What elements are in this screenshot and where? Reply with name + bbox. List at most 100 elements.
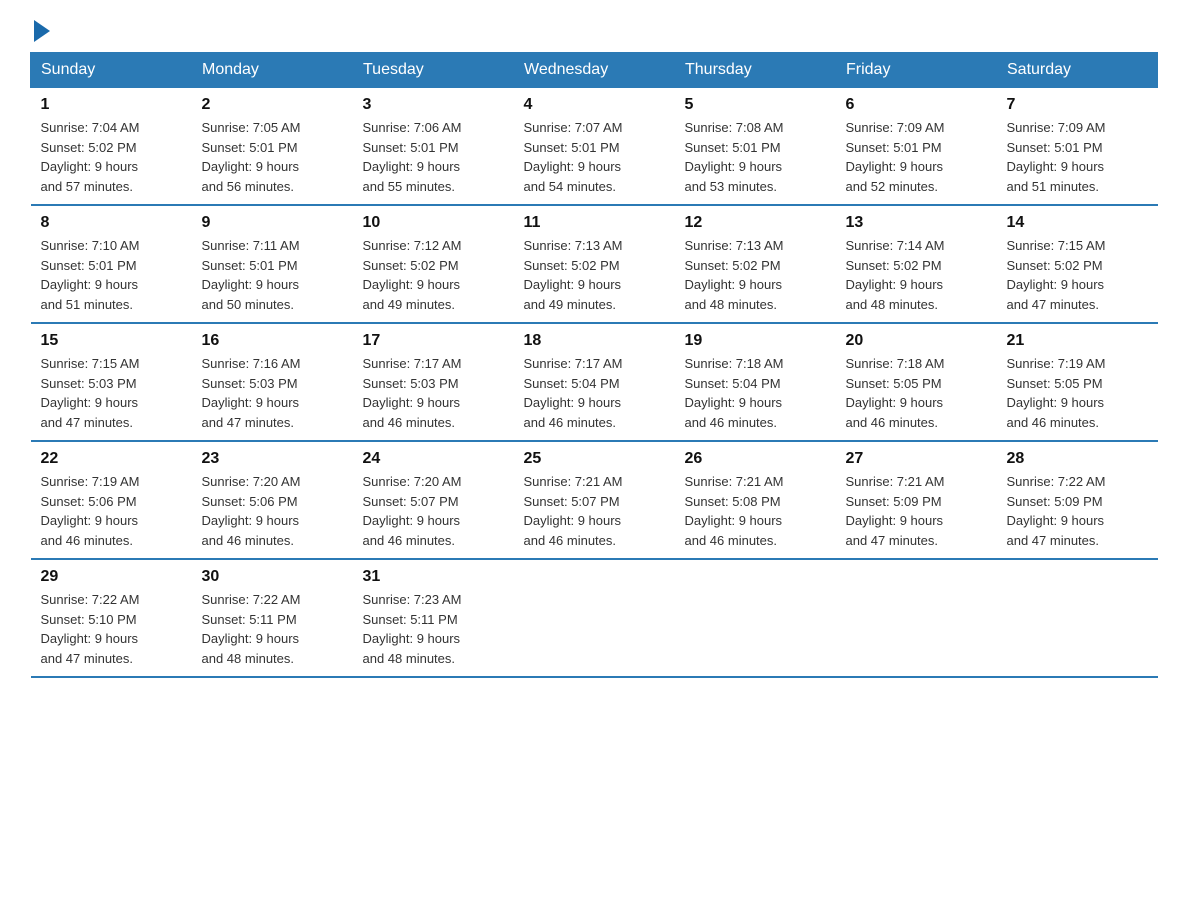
day-info: Sunrise: 7:13 AMSunset: 5:02 PMDaylight:… — [524, 236, 665, 314]
sunrise-text: Sunrise: 7:20 AM — [202, 474, 301, 489]
day-number: 14 — [1007, 214, 1148, 232]
sunset-text: Sunset: 5:03 PM — [202, 376, 298, 391]
sunrise-text: Sunrise: 7:17 AM — [363, 356, 462, 371]
sunrise-text: Sunrise: 7:18 AM — [846, 356, 945, 371]
calendar-cell: 8Sunrise: 7:10 AMSunset: 5:01 PMDaylight… — [31, 205, 192, 323]
daylight-minutes-text: and 53 minutes. — [685, 179, 778, 194]
day-number: 5 — [685, 96, 826, 114]
calendar-week-2: 8Sunrise: 7:10 AMSunset: 5:01 PMDaylight… — [31, 205, 1158, 323]
daylight-minutes-text: and 55 minutes. — [363, 179, 456, 194]
page-header — [30, 20, 1158, 42]
day-info: Sunrise: 7:09 AMSunset: 5:01 PMDaylight:… — [1007, 118, 1148, 196]
calendar-cell: 5Sunrise: 7:08 AMSunset: 5:01 PMDaylight… — [675, 88, 836, 206]
daylight-text: Daylight: 9 hours — [524, 159, 622, 174]
day-info: Sunrise: 7:10 AMSunset: 5:01 PMDaylight:… — [41, 236, 182, 314]
calendar-cell: 29Sunrise: 7:22 AMSunset: 5:10 PMDayligh… — [31, 559, 192, 677]
daylight-minutes-text: and 49 minutes. — [524, 297, 617, 312]
sunset-text: Sunset: 5:03 PM — [41, 376, 137, 391]
day-info: Sunrise: 7:17 AMSunset: 5:04 PMDaylight:… — [524, 354, 665, 432]
daylight-minutes-text: and 49 minutes. — [363, 297, 456, 312]
sunrise-text: Sunrise: 7:22 AM — [41, 592, 140, 607]
calendar-cell — [997, 559, 1158, 677]
sunset-text: Sunset: 5:04 PM — [524, 376, 620, 391]
sunrise-text: Sunrise: 7:21 AM — [846, 474, 945, 489]
daylight-text: Daylight: 9 hours — [1007, 159, 1105, 174]
day-number: 1 — [41, 96, 182, 114]
sunset-text: Sunset: 5:08 PM — [685, 494, 781, 509]
day-info: Sunrise: 7:20 AMSunset: 5:06 PMDaylight:… — [202, 472, 343, 550]
daylight-text: Daylight: 9 hours — [1007, 395, 1105, 410]
calendar-cell: 31Sunrise: 7:23 AMSunset: 5:11 PMDayligh… — [353, 559, 514, 677]
daylight-text: Daylight: 9 hours — [685, 513, 783, 528]
sunset-text: Sunset: 5:10 PM — [41, 612, 137, 627]
day-number: 17 — [363, 332, 504, 350]
sunset-text: Sunset: 5:01 PM — [524, 140, 620, 155]
sunrise-text: Sunrise: 7:09 AM — [846, 120, 945, 135]
calendar-cell: 3Sunrise: 7:06 AMSunset: 5:01 PMDaylight… — [353, 88, 514, 206]
calendar-cell: 28Sunrise: 7:22 AMSunset: 5:09 PMDayligh… — [997, 441, 1158, 559]
daylight-text: Daylight: 9 hours — [363, 159, 461, 174]
day-number: 29 — [41, 568, 182, 586]
day-number: 12 — [685, 214, 826, 232]
sunset-text: Sunset: 5:02 PM — [363, 258, 459, 273]
day-number: 2 — [202, 96, 343, 114]
sunset-text: Sunset: 5:02 PM — [41, 140, 137, 155]
daylight-minutes-text: and 46 minutes. — [202, 533, 295, 548]
sunset-text: Sunset: 5:03 PM — [363, 376, 459, 391]
daylight-text: Daylight: 9 hours — [41, 277, 139, 292]
sunset-text: Sunset: 5:02 PM — [1007, 258, 1103, 273]
weekday-header-sunday: Sunday — [31, 53, 192, 88]
day-info: Sunrise: 7:20 AMSunset: 5:07 PMDaylight:… — [363, 472, 504, 550]
sunrise-text: Sunrise: 7:15 AM — [41, 356, 140, 371]
daylight-text: Daylight: 9 hours — [363, 395, 461, 410]
sunset-text: Sunset: 5:05 PM — [1007, 376, 1103, 391]
day-number: 28 — [1007, 450, 1148, 468]
sunrise-text: Sunrise: 7:10 AM — [41, 238, 140, 253]
daylight-text: Daylight: 9 hours — [41, 159, 139, 174]
day-info: Sunrise: 7:21 AMSunset: 5:09 PMDaylight:… — [846, 472, 987, 550]
calendar-cell: 16Sunrise: 7:16 AMSunset: 5:03 PMDayligh… — [192, 323, 353, 441]
daylight-text: Daylight: 9 hours — [524, 277, 622, 292]
sunset-text: Sunset: 5:01 PM — [685, 140, 781, 155]
daylight-minutes-text: and 57 minutes. — [41, 179, 134, 194]
sunrise-text: Sunrise: 7:13 AM — [524, 238, 623, 253]
daylight-minutes-text: and 46 minutes. — [685, 533, 778, 548]
calendar-cell: 21Sunrise: 7:19 AMSunset: 5:05 PMDayligh… — [997, 323, 1158, 441]
daylight-minutes-text: and 47 minutes. — [41, 651, 134, 666]
calendar-cell: 13Sunrise: 7:14 AMSunset: 5:02 PMDayligh… — [836, 205, 997, 323]
sunset-text: Sunset: 5:09 PM — [1007, 494, 1103, 509]
weekday-header-tuesday: Tuesday — [353, 53, 514, 88]
sunset-text: Sunset: 5:01 PM — [363, 140, 459, 155]
day-number: 13 — [846, 214, 987, 232]
day-info: Sunrise: 7:16 AMSunset: 5:03 PMDaylight:… — [202, 354, 343, 432]
sunrise-text: Sunrise: 7:21 AM — [524, 474, 623, 489]
calendar-cell: 30Sunrise: 7:22 AMSunset: 5:11 PMDayligh… — [192, 559, 353, 677]
weekday-header-thursday: Thursday — [675, 53, 836, 88]
day-number: 20 — [846, 332, 987, 350]
sunrise-text: Sunrise: 7:14 AM — [846, 238, 945, 253]
day-number: 18 — [524, 332, 665, 350]
sunset-text: Sunset: 5:06 PM — [41, 494, 137, 509]
calendar-cell: 25Sunrise: 7:21 AMSunset: 5:07 PMDayligh… — [514, 441, 675, 559]
sunrise-text: Sunrise: 7:11 AM — [202, 238, 300, 253]
weekday-header-wednesday: Wednesday — [514, 53, 675, 88]
daylight-minutes-text: and 46 minutes. — [363, 415, 456, 430]
daylight-text: Daylight: 9 hours — [846, 395, 944, 410]
sunset-text: Sunset: 5:05 PM — [846, 376, 942, 391]
day-number: 22 — [41, 450, 182, 468]
calendar-week-4: 22Sunrise: 7:19 AMSunset: 5:06 PMDayligh… — [31, 441, 1158, 559]
sunset-text: Sunset: 5:01 PM — [1007, 140, 1103, 155]
sunset-text: Sunset: 5:02 PM — [846, 258, 942, 273]
day-number: 3 — [363, 96, 504, 114]
day-info: Sunrise: 7:21 AMSunset: 5:07 PMDaylight:… — [524, 472, 665, 550]
daylight-text: Daylight: 9 hours — [202, 277, 300, 292]
daylight-text: Daylight: 9 hours — [41, 513, 139, 528]
daylight-minutes-text: and 48 minutes. — [202, 651, 295, 666]
calendar-cell: 23Sunrise: 7:20 AMSunset: 5:06 PMDayligh… — [192, 441, 353, 559]
daylight-text: Daylight: 9 hours — [1007, 277, 1105, 292]
sunrise-text: Sunrise: 7:18 AM — [685, 356, 784, 371]
day-number: 15 — [41, 332, 182, 350]
day-info: Sunrise: 7:15 AMSunset: 5:02 PMDaylight:… — [1007, 236, 1148, 314]
daylight-minutes-text: and 52 minutes. — [846, 179, 939, 194]
calendar-cell — [836, 559, 997, 677]
